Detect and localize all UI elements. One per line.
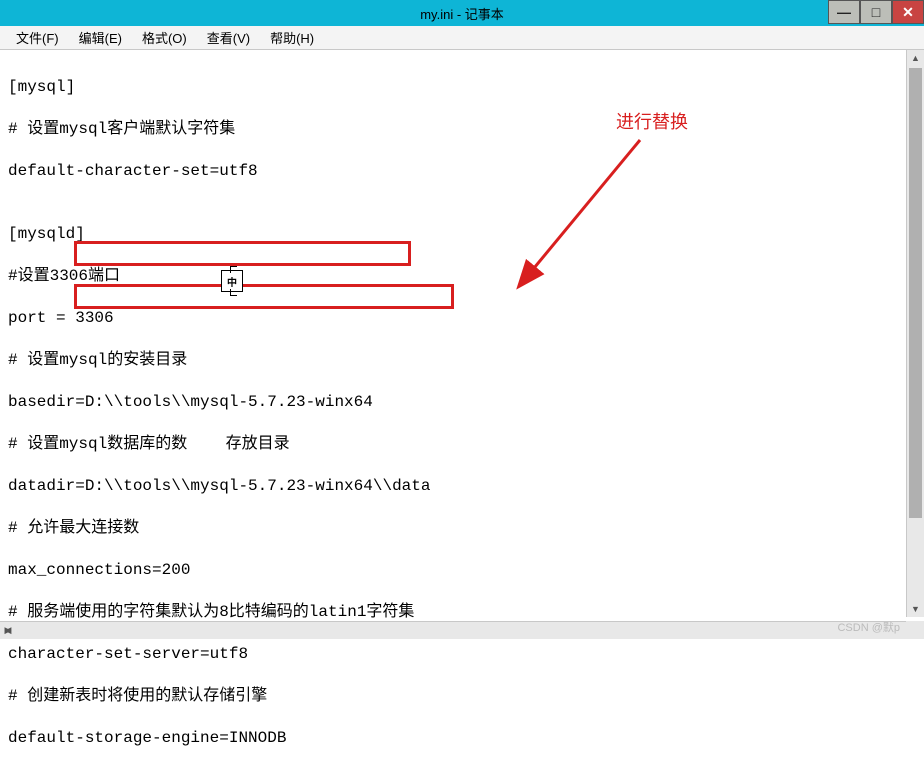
titlebar: my.ini - 记事本 — □ ✕ <box>0 0 924 26</box>
menu-view[interactable]: 查看(V) <box>197 26 260 49</box>
scroll-up-icon[interactable]: ▲ <box>907 50 924 66</box>
ime-cursor-char: 中 <box>227 274 237 289</box>
menu-file[interactable]: 文件(F) <box>6 26 69 49</box>
text-line: # 创建新表时将使用的默认存储引擎 <box>8 686 916 707</box>
editor-content[interactable]: [mysql] # 设置mysql客户端默认字符集 default-charac… <box>0 50 924 615</box>
window-controls: — □ ✕ <box>828 0 924 24</box>
scrollbar-thumb[interactable] <box>909 68 922 518</box>
text-line: default-storage-engine=INNODB <box>8 728 916 749</box>
annotation-text: 进行替换 <box>616 108 688 134</box>
text-line: # 允许最大连接数 <box>8 518 916 539</box>
scroll-down-icon[interactable]: ▼ <box>907 601 924 617</box>
text-line: # 设置mysql数据库的数 存放目录 <box>8 434 916 455</box>
scrollbar-corner <box>906 621 924 639</box>
maximize-button[interactable]: □ <box>860 0 892 24</box>
scroll-right-icon[interactable]: ▶ <box>0 622 16 639</box>
window-title: my.ini - 记事本 <box>420 4 504 23</box>
text-line: [mysqld] <box>8 224 916 245</box>
menubar: 文件(F) 编辑(E) 格式(O) 查看(V) 帮助(H) <box>0 26 924 50</box>
text-line: # 服务端使用的字符集默认为8比特编码的latin1字符集 <box>8 602 916 623</box>
close-button[interactable]: ✕ <box>892 0 924 24</box>
text-line: max_connections=200 <box>8 560 916 581</box>
menu-edit[interactable]: 编辑(E) <box>69 26 132 49</box>
text-line: # 设置mysql客户端默认字符集 <box>8 119 916 140</box>
text-line: #设置3306端口 <box>8 266 916 287</box>
text-line: datadir=D:\\tools\\mysql-5.7.23-winx64\\… <box>8 476 916 497</box>
menu-help[interactable]: 帮助(H) <box>260 26 324 49</box>
text-line: [mysql] <box>8 77 916 98</box>
text-line: port = 3306 <box>8 308 916 329</box>
text-line: # 设置mysql的安装目录 <box>8 350 916 371</box>
scrollbar-vertical[interactable]: ▲ ▼ <box>906 50 924 617</box>
minimize-button[interactable]: — <box>828 0 860 24</box>
text-line: basedir=D:\\tools\\mysql-5.7.23-winx64 <box>8 392 916 413</box>
scrollbar-horizontal[interactable]: ◀ ▶ <box>0 621 906 639</box>
ime-cursor-icon: 中 <box>221 270 243 292</box>
text-line: default-character-set=utf8 <box>8 161 916 182</box>
text-line: character-set-server=utf8 <box>8 644 916 665</box>
watermark: CSDN @默p <box>837 619 900 635</box>
menu-format[interactable]: 格式(O) <box>132 26 197 49</box>
